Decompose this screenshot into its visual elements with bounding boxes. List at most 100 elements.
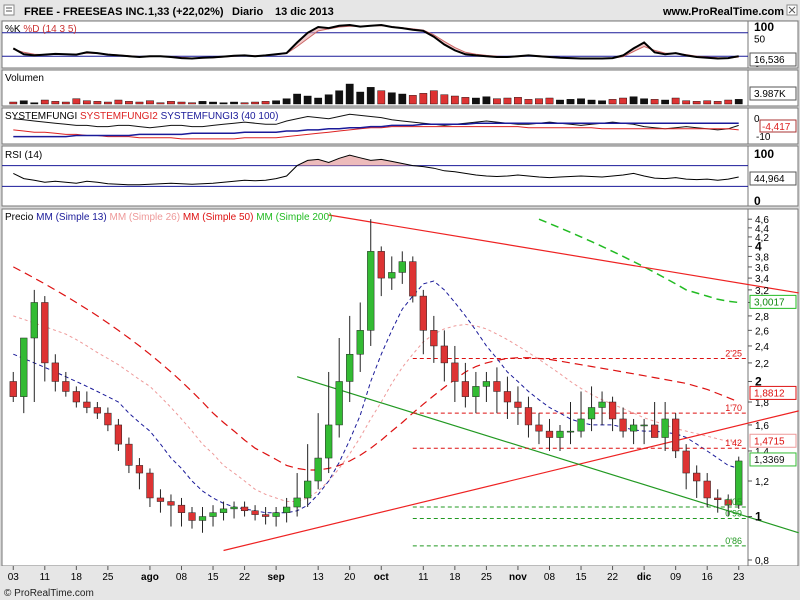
candle-body (482, 381, 491, 387)
chart-canvas: FREE - FREESEAS INC. 1,33 (+22,02%) Diar… (0, 0, 800, 600)
x-tick-label: dic (637, 572, 652, 583)
volume-bar (219, 102, 228, 105)
volume-bar (545, 97, 554, 105)
volume-bar (629, 96, 638, 105)
site-url[interactable]: www.ProRealTime.com (662, 6, 784, 18)
volume-bar (608, 99, 617, 105)
candle-body (72, 391, 80, 403)
chart-window: FREE - FREESEAS INC. 1,33 (+22,02%) Diar… (0, 0, 800, 600)
volume-bar (156, 102, 165, 105)
candle-body (125, 443, 133, 466)
volume-bar (524, 99, 533, 105)
price-tick-label: 2,4 (755, 342, 769, 353)
volume-bar (577, 98, 585, 105)
candle-body (661, 418, 669, 438)
x-tick-label: 18 (449, 572, 461, 583)
x-tick-label: sep (267, 572, 284, 583)
volume-bar (135, 101, 144, 105)
level-label: 1'70 (725, 403, 742, 413)
chart-period: Diario (232, 6, 263, 18)
volume-bar (450, 95, 459, 105)
x-tick-label: 23 (733, 572, 745, 583)
volume-bar (114, 99, 123, 105)
volume-bar (387, 92, 396, 105)
candle-body (156, 497, 165, 502)
candle-body (188, 512, 196, 521)
level-label: 1'05 (725, 497, 742, 507)
volume-bar (377, 90, 386, 105)
volume-bar (125, 101, 133, 105)
volume-bar (713, 101, 722, 105)
candle-body (566, 430, 575, 433)
price-last-value: 3,0017 (754, 297, 785, 308)
panel-plot-area (1, 145, 749, 207)
candle-body (104, 412, 112, 426)
rsi-last-value: 44,964 (754, 174, 785, 185)
price-tick-label: 2,2 (755, 359, 769, 370)
volume-bar (440, 94, 449, 105)
candle-body (451, 362, 459, 382)
rsi-tick-label: 0 (754, 194, 761, 208)
candle-body (430, 330, 438, 347)
level-label: 1'42 (725, 438, 742, 448)
candle-body (587, 407, 596, 420)
volume-bar (19, 100, 28, 105)
stoch-title: %K %D (14 3 5) (5, 24, 77, 35)
volume-bar (209, 101, 217, 105)
x-tick-label: 16 (702, 572, 714, 583)
volume-bar (482, 96, 491, 105)
candle-body (251, 510, 259, 515)
candle-body (672, 418, 680, 452)
volume-bar (177, 101, 186, 105)
copyright-text: © ProRealTime.com (4, 588, 94, 599)
x-tick-label: 22 (239, 572, 251, 583)
candle-body (293, 497, 301, 508)
window-menu-icon[interactable] (3, 4, 15, 16)
volume-bar (503, 97, 512, 105)
fungi-tick-label: 0 (754, 114, 760, 125)
volume-bar (30, 102, 39, 105)
candle-body (83, 401, 91, 408)
candle-body (335, 381, 343, 426)
candle-body (62, 381, 70, 392)
candle-body (304, 480, 312, 499)
price-tick-label: 3,8 (755, 252, 769, 263)
volume-bar (398, 93, 407, 105)
x-tick-label: 25 (481, 572, 493, 583)
volume-bar (282, 98, 291, 105)
candle-body (419, 295, 427, 331)
x-tick-label: 13 (313, 572, 325, 583)
volume-bar (598, 100, 606, 105)
level-label: 2'25 (725, 349, 742, 359)
volume-bar (640, 98, 648, 105)
volume-bar (230, 101, 238, 105)
volume-bar (303, 95, 312, 105)
stoch-tick-label: 100 (754, 20, 774, 34)
volume-bar (314, 97, 323, 105)
volume-bar (408, 95, 417, 105)
volume-bar (188, 102, 196, 105)
x-tick-label: 03 (8, 572, 20, 583)
candle-body (377, 251, 385, 279)
volume-bar (324, 94, 333, 105)
x-tick-label: 18 (71, 572, 83, 583)
candle-body (472, 386, 480, 397)
candle-body (524, 407, 533, 426)
candle-body (9, 381, 17, 397)
candle-body (682, 450, 690, 474)
volume-bar (93, 101, 102, 105)
volume-last-value: 3.987K (754, 89, 786, 100)
volume-bar (535, 98, 543, 105)
candle-body (608, 401, 617, 420)
candle-body (30, 302, 38, 339)
candle-body (577, 418, 585, 432)
candle-body (703, 480, 711, 499)
volume-bar (514, 97, 522, 105)
candle-body (409, 261, 417, 297)
candle-body (356, 330, 364, 355)
candle-body (493, 381, 501, 392)
candle-body (503, 391, 512, 403)
candle-body (20, 337, 28, 397)
volume-bar (556, 99, 564, 105)
x-tick-label: 22 (607, 572, 619, 583)
